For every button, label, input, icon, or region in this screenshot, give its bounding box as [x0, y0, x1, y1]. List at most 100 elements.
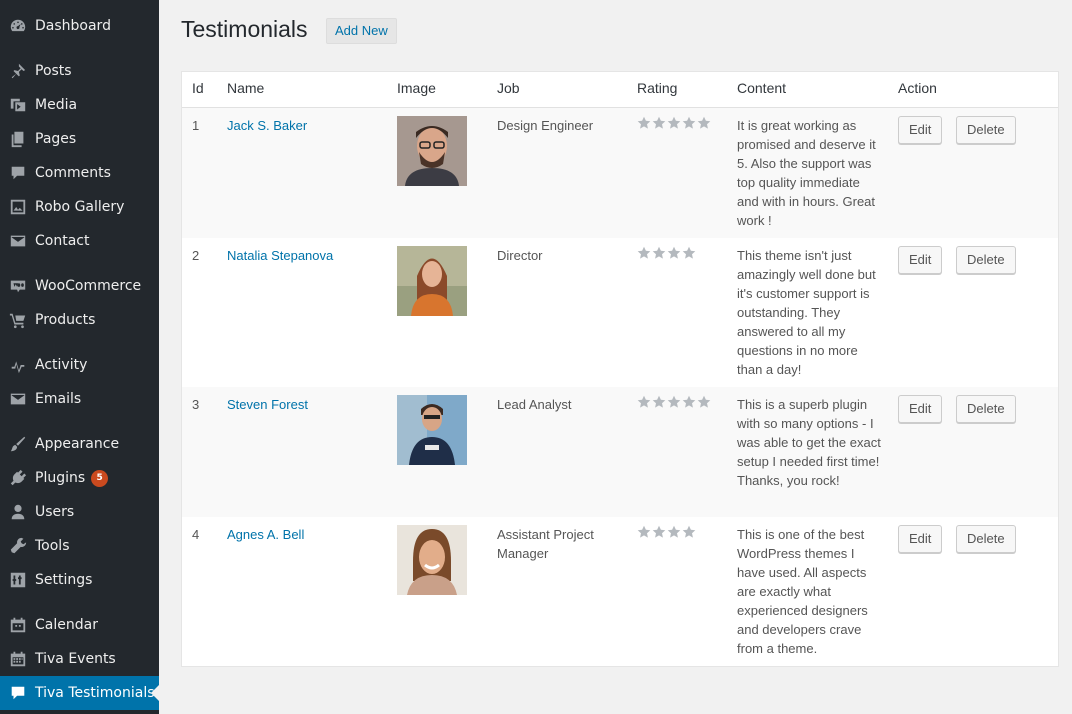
sidebar-item-posts[interactable]: Posts — [0, 54, 159, 88]
sidebar-item-pages[interactable]: Pages — [0, 122, 159, 156]
sidebar-item-label: Tiva Testimonials — [35, 685, 155, 701]
sidebar-item-label: Users — [35, 504, 75, 520]
table-row: 4 Agnes A. Bell Assistant Project Manage… — [182, 517, 1058, 666]
pages-icon — [8, 129, 28, 149]
column-header-job: Job — [497, 80, 520, 96]
star-icon — [682, 246, 696, 260]
sidebar-item-activity[interactable]: Activity — [0, 348, 159, 382]
gallery-icon — [8, 197, 28, 217]
sidebar-item-label: Appearance — [35, 436, 120, 452]
sidebar-item-label: Calendar — [35, 617, 98, 633]
row-id: 1 — [192, 118, 200, 133]
dashboard-icon — [8, 16, 28, 36]
media-icon — [8, 95, 28, 115]
avatar — [397, 395, 467, 465]
settings-icon — [8, 570, 28, 590]
delete-button[interactable]: Delete — [956, 116, 1016, 144]
sidebar-item-label: Plugins — [35, 470, 86, 486]
sidebar-item-label: Pages — [35, 131, 77, 147]
star-icon — [682, 525, 696, 539]
row-name-link[interactable]: Jack S. Baker — [227, 116, 307, 135]
delete-button[interactable]: Delete — [956, 395, 1016, 423]
row-id: 2 — [192, 248, 200, 263]
edit-button[interactable]: Edit — [898, 116, 943, 144]
sidebar-item-tiva-events[interactable]: Tiva Events — [0, 642, 159, 676]
sidebar-item-tiva-testimonials[interactable]: Tiva Testimonials — [0, 676, 159, 710]
sidebar-item-contact[interactable]: Contact — [0, 224, 159, 258]
sidebar-item-label: Media — [35, 97, 78, 113]
avatar — [397, 246, 467, 316]
sidebar-item-label: Activity — [35, 357, 88, 373]
mail-icon — [8, 231, 28, 251]
sidebar-item-comments[interactable]: Comments — [0, 156, 159, 190]
sidebar-item-label: Posts — [35, 63, 72, 79]
star-icon — [667, 525, 681, 539]
star-rating — [637, 116, 711, 130]
sidebar-item-label: Settings — [35, 572, 93, 588]
sidebar-item-appearance[interactable]: Appearance — [0, 427, 159, 461]
row-content: This is a superb plugin with so many opt… — [737, 397, 881, 488]
column-header-id: Id — [192, 80, 204, 96]
sidebar-item-media[interactable]: Media — [0, 88, 159, 122]
row-content: This is one of the best WordPress themes… — [737, 527, 868, 656]
sidebar-item-label: Contact — [35, 233, 90, 249]
row-name-link[interactable]: Natalia Stepanova — [227, 246, 333, 265]
star-rating — [637, 395, 711, 409]
sidebar-item-emails[interactable]: Emails — [0, 382, 159, 416]
star-icon — [652, 525, 666, 539]
mail-icon — [8, 389, 28, 409]
row-name-link[interactable]: Agnes A. Bell — [227, 525, 304, 544]
star-icon — [637, 116, 651, 130]
sidebar-item-plugins[interactable]: Plugins 5 — [0, 461, 159, 495]
delete-button[interactable]: Delete — [956, 246, 1016, 274]
sidebar-item-label: Tiva Events — [35, 651, 116, 667]
sidebar-item-label: Products — [35, 312, 96, 328]
row-job: Assistant Project Manager — [497, 527, 594, 561]
page-title: Testimonials — [181, 16, 308, 42]
row-id: 4 — [192, 527, 200, 542]
sidebar-item-label: Comments — [35, 165, 111, 181]
plug-icon — [8, 468, 28, 488]
sidebar-item-calendar[interactable]: Calendar — [0, 608, 159, 642]
row-name-link[interactable]: Steven Forest — [227, 395, 308, 414]
sidebar-item-users[interactable]: Users — [0, 495, 159, 529]
sidebar-item-robo-gallery[interactable]: Robo Gallery — [0, 190, 159, 224]
admin-sidebar: Dashboard Posts Media Pages Comments Rob… — [0, 0, 159, 714]
row-id: 3 — [192, 397, 200, 412]
row-content: It is great working as promised and dese… — [737, 118, 876, 228]
sidebar-item-label: WooCommerce — [35, 278, 142, 294]
edit-button[interactable]: Edit — [898, 525, 943, 553]
table-row: 3 Steven Forest Lead Analyst This is a s… — [182, 387, 1058, 517]
edit-button[interactable]: Edit — [898, 395, 943, 423]
column-header-image: Image — [397, 80, 436, 96]
delete-button[interactable]: Delete — [956, 525, 1016, 553]
column-header-action: Action — [898, 80, 937, 96]
star-icon — [637, 395, 651, 409]
sidebar-item-settings[interactable]: Settings — [0, 563, 159, 597]
add-new-button[interactable]: Add New — [326, 18, 397, 44]
column-header-content: Content — [737, 80, 787, 96]
testimonial-icon — [8, 683, 28, 703]
user-icon — [8, 502, 28, 522]
sidebar-item-dashboard[interactable]: Dashboard — [0, 9, 159, 43]
star-icon — [697, 395, 711, 409]
star-icon — [682, 395, 696, 409]
star-icon — [652, 395, 666, 409]
calendar-icon — [8, 615, 28, 635]
brush-icon — [8, 434, 28, 454]
avatar — [397, 116, 467, 186]
row-job: Lead Analyst — [497, 397, 572, 412]
star-icon — [667, 395, 681, 409]
activity-icon — [8, 355, 28, 375]
star-rating — [637, 525, 696, 539]
cart-icon — [8, 310, 28, 330]
table-row: 1 Jack S. Baker Design Engineer It is gr… — [182, 108, 1058, 238]
edit-button[interactable]: Edit — [898, 246, 943, 274]
sidebar-item-products[interactable]: Products — [0, 303, 159, 337]
sidebar-item-tools[interactable]: Tools — [0, 529, 159, 563]
sidebar-item-label: Robo Gallery — [35, 199, 125, 215]
star-icon — [652, 116, 666, 130]
star-icon — [667, 246, 681, 260]
sidebar-item-woocommerce[interactable]: WooCommerce — [0, 269, 159, 303]
testimonials-table: Id Name Image Job Rating Content Action … — [181, 71, 1059, 667]
